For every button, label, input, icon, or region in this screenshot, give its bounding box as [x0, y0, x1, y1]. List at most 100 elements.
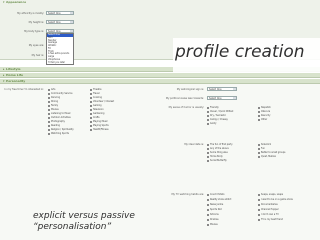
interest-checkbox[interactable]: Religion / Spirituality: [48, 128, 74, 131]
checkbox-box[interactable]: [207, 213, 209, 216]
checkbox-box[interactable]: [207, 118, 209, 121]
checkbox-box[interactable]: [48, 116, 50, 119]
checkbox-box[interactable]: [90, 128, 92, 131]
interest-checkbox[interactable]: Community Service: [48, 92, 72, 95]
interest-checkbox[interactable]: Playing Sports: [90, 124, 109, 127]
appearance-heading[interactable]: ▾Appearance: [0, 0, 320, 5]
interest-checkbox[interactable]: Family: [48, 104, 58, 107]
checkbox-box[interactable]: [207, 114, 209, 117]
checkbox-box[interactable]: [48, 124, 50, 127]
checkbox-box[interactable]: [48, 112, 50, 115]
checkbox-box[interactable]: [90, 108, 92, 111]
interest-checkbox[interactable]: Gardening: [90, 112, 104, 115]
checkbox-box[interactable]: [90, 92, 92, 95]
checkbox-box[interactable]: [48, 128, 50, 131]
humor-checkbox[interactable]: Slapstick: [258, 106, 271, 109]
checkbox-box[interactable]: [207, 208, 209, 211]
tv-habit-checkbox[interactable]: Reality show addict: [207, 198, 231, 201]
ideal-date-checkbox[interactable]: Home Body: [207, 155, 223, 158]
interest-checkbox[interactable]: Television: [90, 108, 104, 111]
interest-checkbox[interactable]: Volunteer / Interest: [90, 100, 114, 103]
checkbox-box[interactable]: [207, 122, 209, 125]
checkbox-box[interactable]: [207, 203, 209, 206]
interest-checkbox[interactable]: Health/Fitness: [90, 128, 109, 131]
checkbox-box[interactable]: [258, 218, 260, 221]
tv-habit-checkbox[interactable]: News Junkie: [207, 203, 223, 206]
checkbox-box[interactable]: [48, 120, 50, 123]
checkbox-box[interactable]: [258, 208, 260, 211]
tv-habit-checkbox[interactable]: Dramas: [207, 218, 219, 221]
tv-habit-checkbox[interactable]: Channel Hopper: [258, 208, 279, 211]
body-type-option[interactable]: I'll tell you later: [47, 61, 73, 65]
ideal-date-checkbox[interactable]: Better to small groups: [258, 151, 285, 154]
checkbox-box[interactable]: [258, 114, 260, 117]
humor-checkbox[interactable]: Raunchy: [258, 114, 270, 117]
checkbox-box[interactable]: [258, 118, 260, 121]
checkbox-box[interactable]: [90, 124, 92, 127]
humor-checkbox[interactable]: Goofy: [207, 122, 216, 125]
body-type-dropdown-list[interactable]: Select One Slim Slender Average Athletic…: [46, 33, 74, 66]
checkbox-box[interactable]: [90, 100, 92, 103]
humor-checkbox[interactable]: Other: [258, 118, 267, 121]
interest-checkbox[interactable]: Movies: [48, 108, 59, 111]
ideal-date-checkbox[interactable]: Side-Kick: [258, 143, 271, 146]
home-life-section[interactable]: ▸Home Life: [0, 73, 320, 78]
checkbox-box[interactable]: [258, 193, 260, 196]
interest-checkbox[interactable]: Watching Sports: [48, 132, 69, 135]
ideal-date-checkbox[interactable]: Social Butterfly: [207, 159, 227, 162]
checkbox-box[interactable]: [207, 151, 209, 154]
checkbox-box[interactable]: [207, 218, 209, 221]
humor-checkbox[interactable]: Dry / Sarcastic: [207, 114, 226, 117]
checkbox-box[interactable]: [48, 104, 50, 107]
interest-checkbox[interactable]: Dancing: [48, 96, 60, 99]
tv-habit-checkbox[interactable]: Documentaries: [258, 203, 278, 206]
ideal-date-checkbox[interactable]: Some thing else: [207, 151, 228, 154]
interest-checkbox[interactable]: Theatre: [90, 88, 101, 91]
checkbox-box[interactable]: [258, 147, 260, 150]
ideal-date-checkbox[interactable]: Quiet, Mellow: [258, 155, 276, 158]
tv-habit-checkbox[interactable]: Sitcoms: [207, 213, 219, 216]
interest-checkbox[interactable]: Photography: [48, 120, 65, 123]
checkbox-box[interactable]: [258, 155, 260, 158]
tv-habit-checkbox[interactable]: I don't own a TV: [258, 213, 279, 216]
humor-checkbox[interactable]: Clever / Quick Witted: [207, 110, 233, 113]
tv-habit-checkbox[interactable]: Sports Nut: [207, 208, 222, 211]
checkbox-box[interactable]: [207, 223, 209, 226]
interest-checkbox[interactable]: Reading: [48, 124, 60, 127]
ideal-date-checkbox[interactable]: Any of the above: [207, 147, 229, 150]
tv-habit-checkbox[interactable]: I want to be on a game show: [258, 198, 293, 201]
checkbox-box[interactable]: [90, 116, 92, 119]
checkbox-box[interactable]: [90, 104, 92, 107]
checkbox-box[interactable]: [258, 213, 260, 216]
humor-checkbox[interactable]: Friendly: [207, 106, 219, 109]
checkbox-box[interactable]: [207, 198, 209, 201]
checkbox-box[interactable]: [258, 110, 260, 113]
interest-checkbox[interactable]: Cooking: [90, 96, 102, 99]
checkbox-box[interactable]: [90, 96, 92, 99]
checkbox-box[interactable]: [48, 88, 50, 91]
political-select[interactable]: Select One: [207, 96, 237, 100]
interest-checkbox[interactable]: Arts: [48, 88, 55, 91]
checkbox-box[interactable]: [258, 203, 260, 206]
checkbox-box[interactable]: [207, 110, 209, 113]
checkbox-box[interactable]: [207, 143, 209, 146]
checkbox-box[interactable]: [207, 159, 209, 162]
checkbox-box[interactable]: [207, 106, 209, 109]
humor-checkbox[interactable]: Obscure: [258, 110, 270, 113]
humor-checkbox[interactable]: Campy / Cheesy: [207, 118, 228, 121]
tv-habit-checkbox[interactable]: Soaps, soaps, soaps: [258, 193, 283, 196]
checkbox-box[interactable]: [90, 112, 92, 115]
checkbox-box[interactable]: [48, 108, 50, 111]
checkbox-box[interactable]: [48, 132, 50, 135]
ideal-date-checkbox[interactable]: Fun: [258, 147, 265, 150]
interest-checkbox[interactable]: Listening to Music: [48, 112, 71, 115]
interest-checkbox[interactable]: Gaming: [90, 104, 102, 107]
checkbox-box[interactable]: [48, 92, 50, 95]
checkbox-box[interactable]: [207, 155, 209, 158]
tv-habit-checkbox[interactable]: TV is my best friend: [258, 218, 283, 221]
checkbox-box[interactable]: [48, 96, 50, 99]
tv-habit-checkbox[interactable]: Couch Potato: [207, 193, 225, 196]
interest-checkbox[interactable]: Playing Music: [90, 120, 108, 123]
ethnicity-select[interactable]: Select One: [46, 11, 74, 15]
interest-checkbox[interactable]: Crafts: [90, 116, 100, 119]
